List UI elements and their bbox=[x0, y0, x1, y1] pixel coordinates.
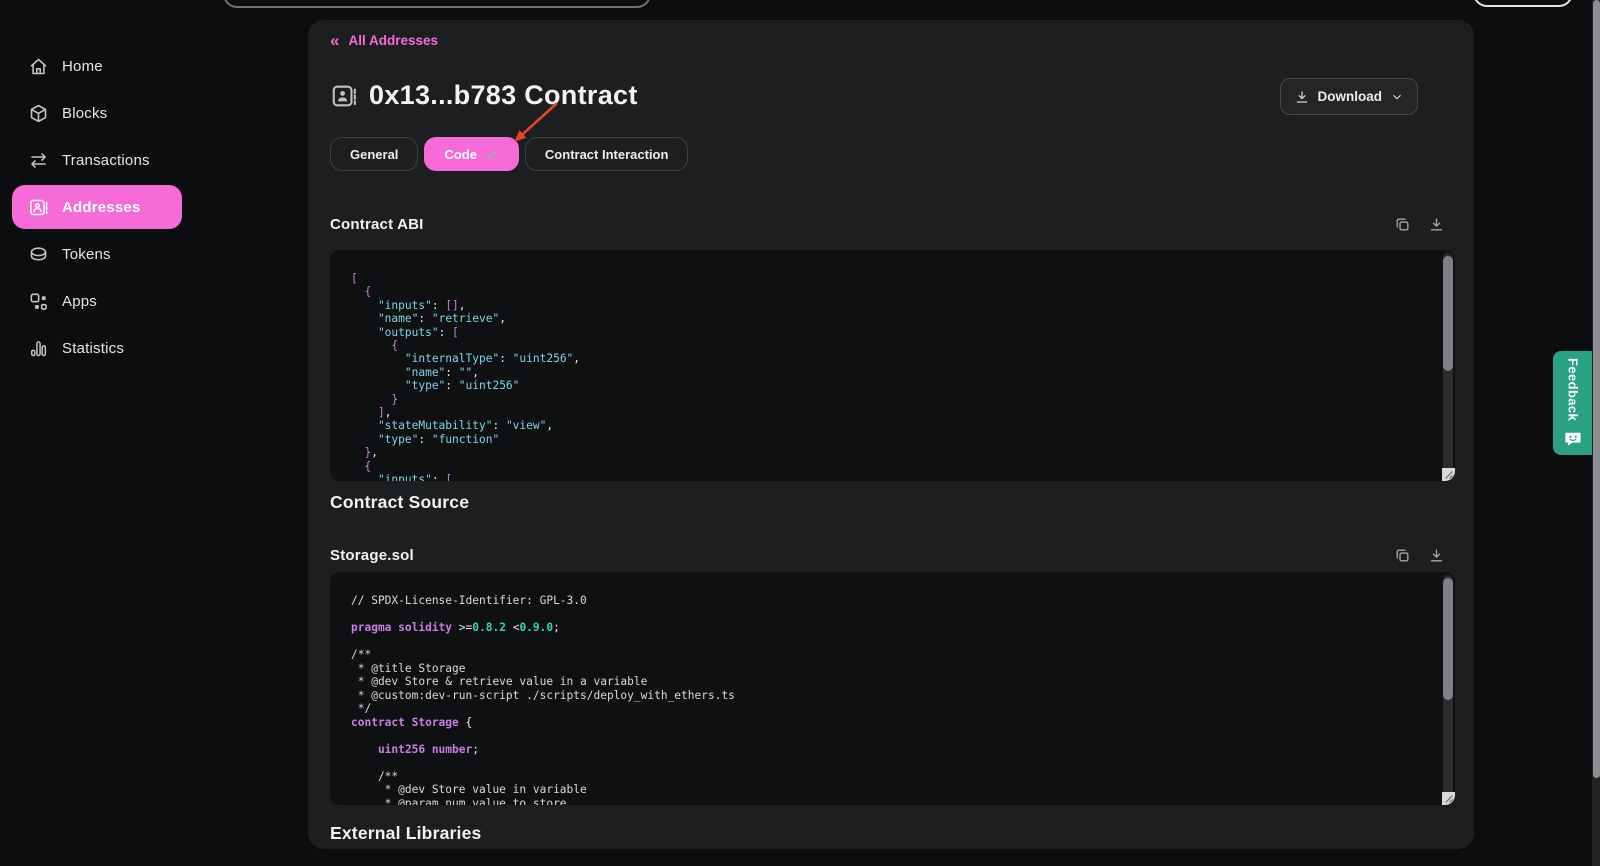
abi-scrollbar-track[interactable] bbox=[1443, 253, 1453, 478]
source-scrollbar-thumb[interactable] bbox=[1443, 578, 1453, 700]
tab-label: Contract Interaction bbox=[545, 147, 669, 162]
sidebar-item-home[interactable]: Home bbox=[12, 44, 182, 88]
contract-abi-code-block[interactable]: [ { "inputs": [], "name": "retrieve", "o… bbox=[330, 250, 1455, 481]
sidebar-item-label: Transactions bbox=[62, 152, 150, 169]
page-title: 0x13...b783 Contract bbox=[369, 80, 638, 111]
main-panel: « All Addresses 0x13...b783 Contract Dow… bbox=[308, 20, 1474, 849]
feedback-button[interactable]: Feedback bbox=[1553, 351, 1593, 455]
contract-abi-header: Contract ABI bbox=[330, 216, 1445, 233]
breadcrumb-label: All Addresses bbox=[348, 33, 438, 48]
sidebar-item-label: Statistics bbox=[62, 340, 124, 357]
title-row: 0x13...b783 Contract bbox=[330, 80, 638, 111]
download-button-label: Download bbox=[1318, 89, 1383, 104]
window-scrollbar-thumb[interactable] bbox=[1593, 0, 1600, 778]
transactions-icon bbox=[28, 150, 49, 171]
top-right-button[interactable] bbox=[1473, 0, 1573, 7]
copy-source-icon[interactable] bbox=[1394, 547, 1411, 564]
abi-code: [ { "inputs": [], "name": "retrieve", "o… bbox=[330, 250, 1455, 481]
feedback-smiley-icon bbox=[1564, 430, 1582, 448]
sidebar-item-label: Tokens bbox=[62, 246, 111, 263]
source-resize-handle[interactable] bbox=[1442, 792, 1455, 805]
external-libraries-title: External Libraries bbox=[330, 823, 481, 844]
sidebar-item-label: Home bbox=[62, 58, 103, 75]
breadcrumb-all-addresses[interactable]: « All Addresses bbox=[330, 33, 438, 48]
back-chevrons-icon: « bbox=[330, 34, 339, 48]
tab-contract-interaction[interactable]: Contract Interaction bbox=[525, 137, 689, 171]
statistics-icon bbox=[28, 338, 49, 359]
tab-label: General bbox=[350, 147, 398, 162]
window-scrollbar-track[interactable] bbox=[1592, 0, 1600, 866]
sidebar-item-transactions[interactable]: Transactions bbox=[12, 138, 182, 182]
blocks-icon bbox=[28, 103, 49, 124]
source-file-header: Storage.sol bbox=[330, 547, 1445, 564]
apps-icon bbox=[28, 291, 49, 312]
tab-general[interactable]: General bbox=[330, 137, 418, 171]
source-file-title: Storage.sol bbox=[330, 547, 414, 564]
copy-abi-icon[interactable] bbox=[1394, 216, 1411, 233]
tabs: General Code Contract Interaction bbox=[330, 137, 688, 171]
source-code: // SPDX-License-Identifier: GPL-3.0 prag… bbox=[330, 572, 1455, 805]
sidebar-item-label: Addresses bbox=[62, 199, 141, 216]
sidebar-item-addresses[interactable]: Addresses bbox=[12, 185, 182, 229]
tab-code[interactable]: Code bbox=[424, 137, 519, 171]
contract-abi-title: Contract ABI bbox=[330, 216, 424, 233]
tokens-icon bbox=[28, 244, 49, 265]
download-button[interactable]: Download bbox=[1280, 78, 1419, 115]
home-icon bbox=[28, 56, 49, 77]
feedback-label: Feedback bbox=[1566, 358, 1581, 421]
sidebar-item-label: Apps bbox=[62, 293, 97, 310]
search-input[interactable] bbox=[223, 0, 651, 8]
sidebar-item-statistics[interactable]: Statistics bbox=[12, 326, 182, 370]
sidebar-item-tokens[interactable]: Tokens bbox=[12, 232, 182, 276]
contract-source-code-block[interactable]: // SPDX-License-Identifier: GPL-3.0 prag… bbox=[330, 572, 1455, 805]
contract-source-title: Contract Source bbox=[330, 492, 469, 513]
abi-resize-handle[interactable] bbox=[1442, 468, 1455, 481]
contact-card-icon bbox=[330, 82, 358, 110]
sidebar-item-apps[interactable]: Apps bbox=[12, 279, 182, 323]
sidebar-nav: Home Blocks Transactions Addresses Token… bbox=[12, 44, 182, 373]
source-scrollbar-track[interactable] bbox=[1443, 575, 1453, 802]
sidebar-item-blocks[interactable]: Blocks bbox=[12, 91, 182, 135]
download-source-icon[interactable] bbox=[1428, 547, 1445, 564]
sidebar-item-label: Blocks bbox=[62, 105, 107, 122]
checkmark-icon bbox=[484, 147, 499, 162]
tab-label: Code bbox=[444, 147, 477, 162]
addresses-icon bbox=[28, 197, 49, 218]
download-icon bbox=[1294, 89, 1310, 105]
abi-scrollbar-thumb[interactable] bbox=[1443, 256, 1453, 371]
chevron-down-icon bbox=[1390, 90, 1404, 104]
download-abi-icon[interactable] bbox=[1428, 216, 1445, 233]
